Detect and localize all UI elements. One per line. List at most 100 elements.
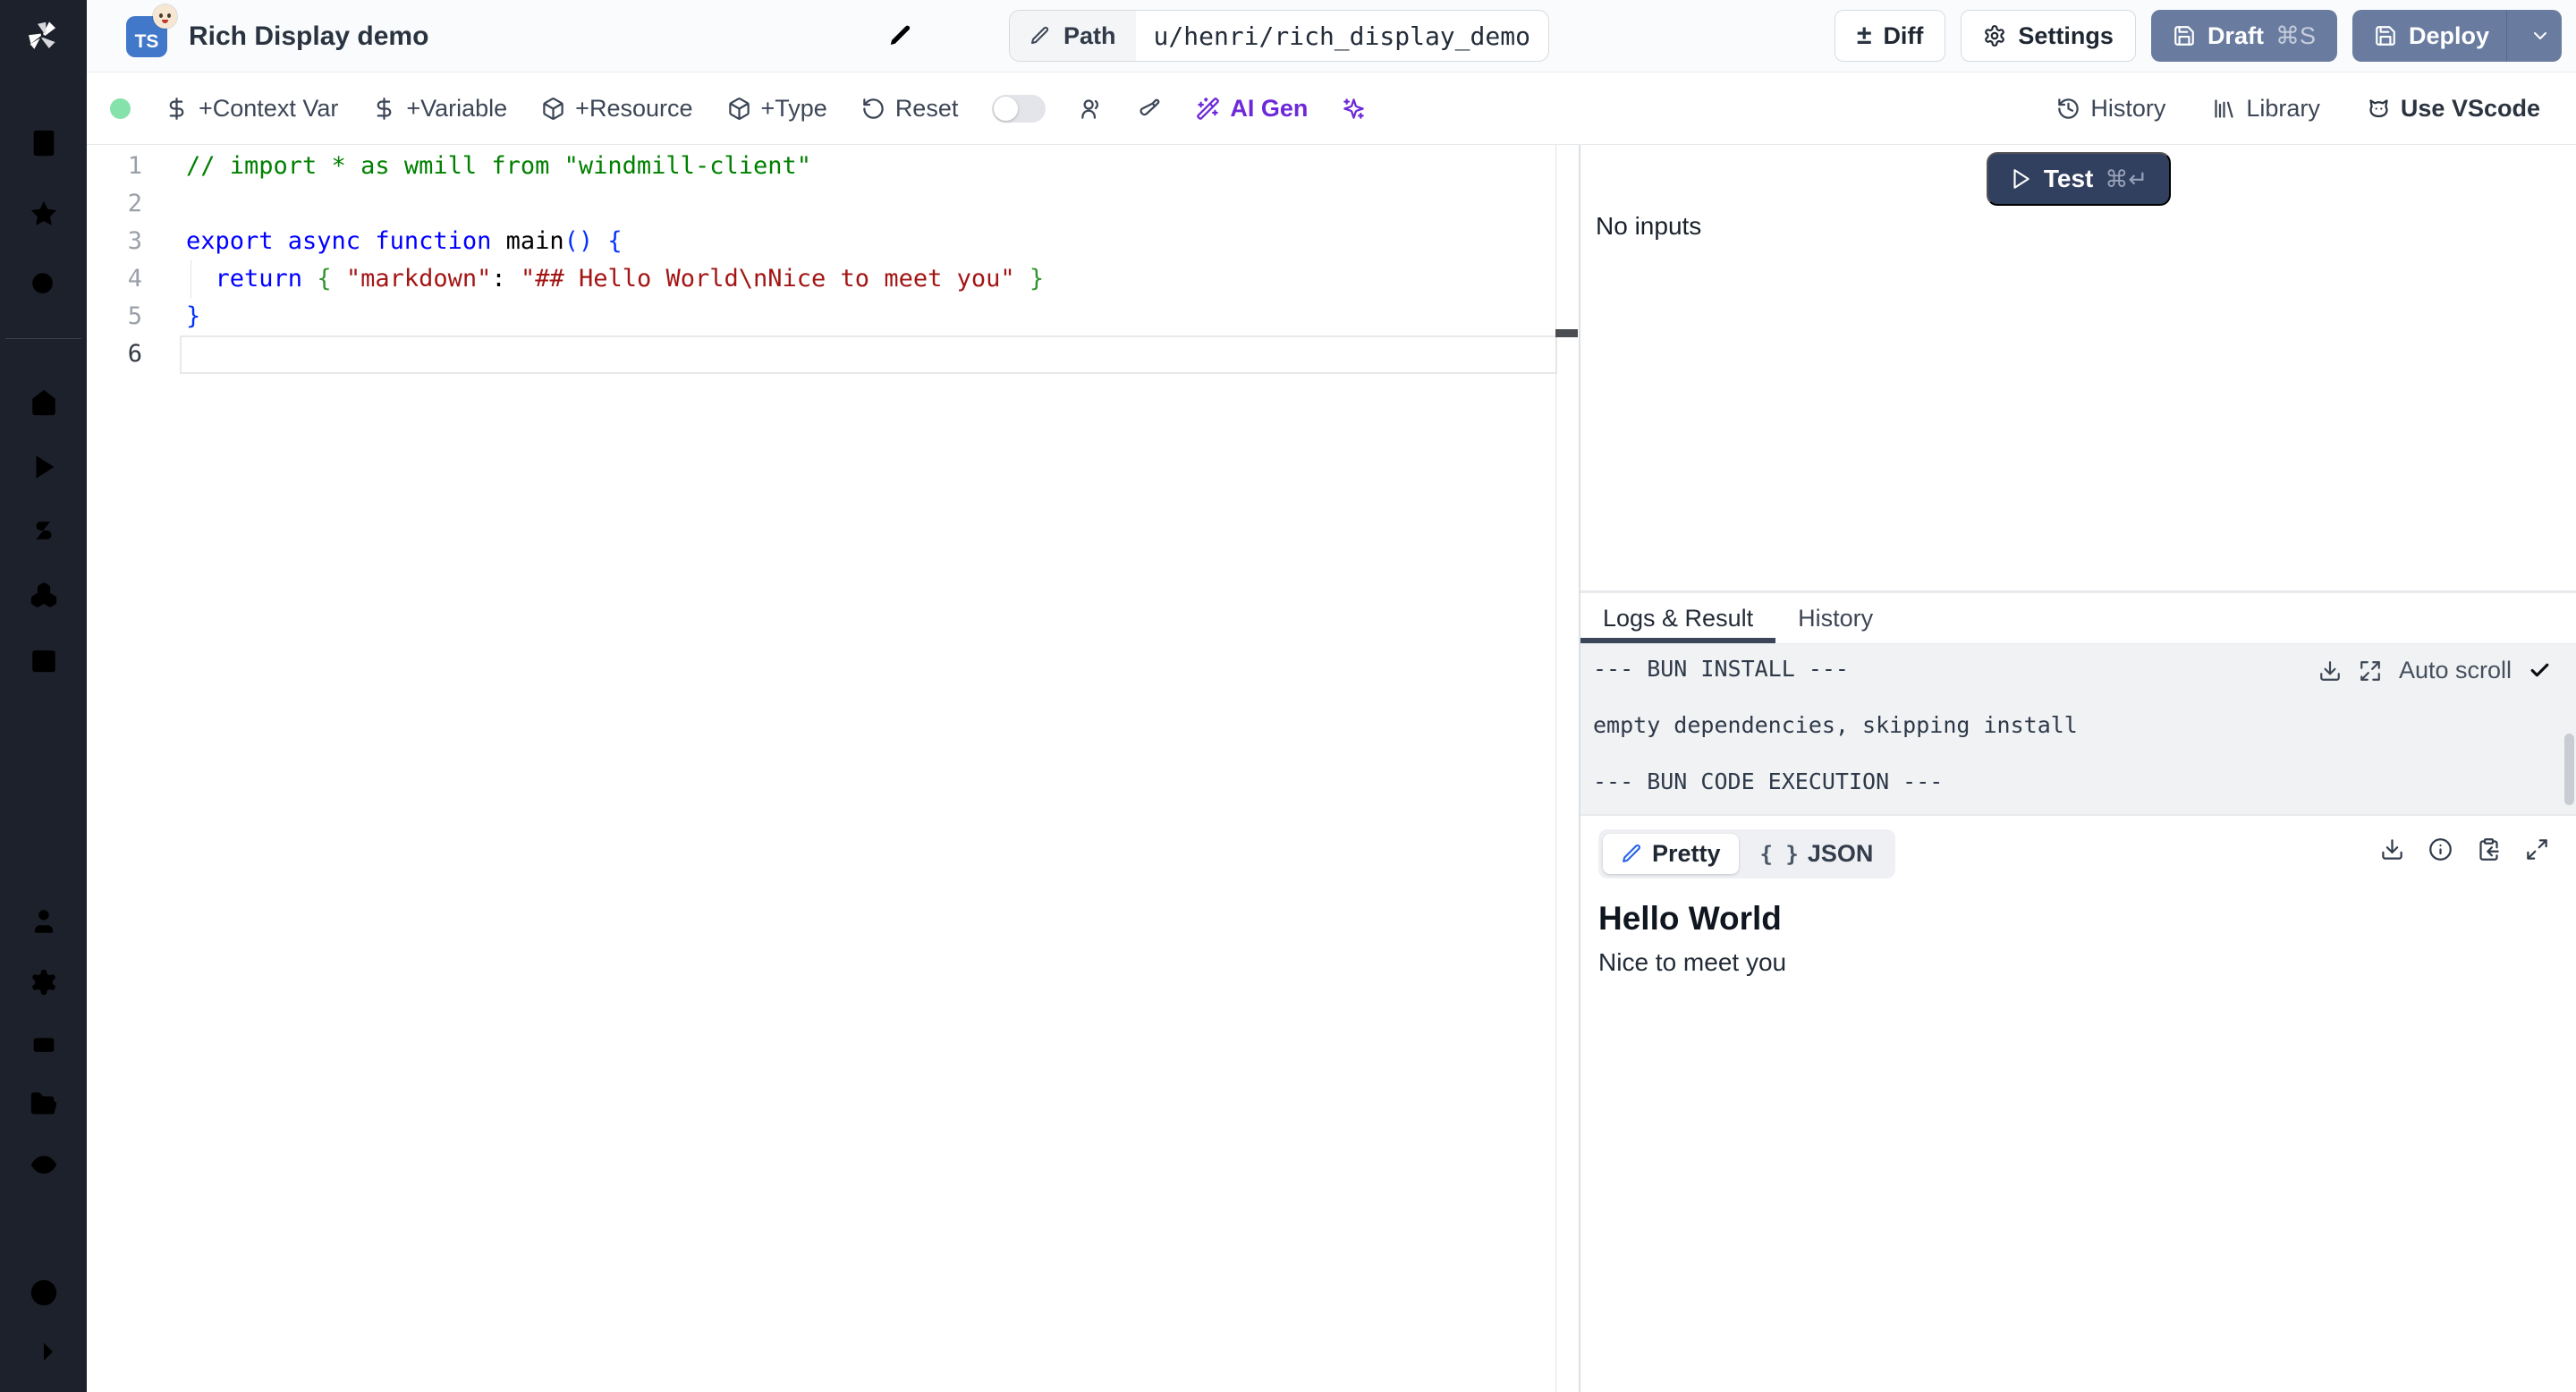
- line-number-gutter: 1 2 3 4 5 6: [87, 148, 142, 373]
- variables-dollar-icon[interactable]: [29, 515, 59, 546]
- settings-button[interactable]: Settings: [1961, 10, 2136, 62]
- path-label-section: Path: [1010, 11, 1136, 61]
- reset-button[interactable]: Reset: [861, 95, 958, 123]
- diff-button[interactable]: ± Diff: [1834, 10, 1946, 62]
- save-icon: [2173, 24, 2196, 47]
- library-button[interactable]: Library: [2212, 95, 2320, 123]
- add-type-button[interactable]: +Type: [727, 95, 827, 123]
- search-icon[interactable]: [29, 269, 59, 300]
- users-icon[interactable]: [29, 906, 59, 937]
- line-number: 3: [127, 227, 142, 255]
- code-line: export async function main() {: [186, 227, 623, 255]
- test-shortcut: ⌘↵: [2105, 165, 2148, 192]
- sparkles-icon: [1342, 97, 1366, 121]
- chevron-down-icon[interactable]: [2529, 25, 2551, 47]
- result-panel: Pretty { } JSON Hello World Nice to meet…: [1580, 814, 2576, 1392]
- resources-cubes-icon[interactable]: [29, 580, 59, 610]
- package-icon: [541, 97, 565, 121]
- editor-toolbar: +Context Var +Variable +Resource +Type R…: [87, 72, 2576, 145]
- workspace-icon[interactable]: [29, 128, 59, 158]
- download-result-icon[interactable]: [2380, 837, 2404, 862]
- library-icon: [2212, 97, 2236, 121]
- runs-play-icon[interactable]: [29, 452, 59, 482]
- typescript-badge: TS: [126, 4, 177, 57]
- vscode-cat-icon: [2367, 97, 2391, 121]
- info-icon[interactable]: [2428, 837, 2453, 862]
- history-icon: [2056, 97, 2080, 121]
- windmill-logo[interactable]: [21, 14, 64, 57]
- typescript-badge-label: TS: [134, 30, 159, 52]
- dollar-icon: [372, 97, 396, 121]
- audit-eye-icon[interactable]: [29, 1150, 59, 1180]
- ai-gen-button[interactable]: AI Gen: [1196, 95, 1308, 123]
- edit-title-pencil-icon[interactable]: [887, 22, 914, 49]
- path-field[interactable]: Path u/henri/rich_display_demo: [1009, 10, 1549, 62]
- download-logs-icon[interactable]: [2318, 659, 2342, 683]
- path-label: Path: [1063, 21, 1116, 49]
- pencil-icon: [1030, 25, 1051, 47]
- no-inputs-text: No inputs: [1596, 212, 1702, 240]
- logs-scrollbar[interactable]: [2564, 734, 2574, 805]
- play-icon: [2009, 167, 2032, 191]
- draft-button[interactable]: Draft ⌘S: [2150, 10, 2337, 62]
- left-rail: [0, 0, 87, 1392]
- test-button[interactable]: Test ⌘↵: [1986, 152, 2171, 206]
- deploy-separator: [2506, 10, 2507, 62]
- code-content[interactable]: // import * as wmill from "windmill-clie…: [186, 148, 1044, 373]
- maximize-result-icon[interactable]: [2525, 837, 2549, 862]
- settings-gear-icon[interactable]: [29, 967, 59, 997]
- expand-logs-icon[interactable]: [2359, 659, 2382, 683]
- cursor-marker: [1555, 329, 1578, 337]
- line-number: 4: [127, 265, 142, 293]
- diff-icon: ±: [1856, 21, 1872, 50]
- top-bar: TS Rich Display demo Path u/henri/rich_d…: [87, 0, 2576, 72]
- braces-icon: { }: [1759, 841, 1799, 867]
- add-context-var-button[interactable]: +Context Var: [165, 95, 338, 123]
- reset-icon: [861, 97, 886, 121]
- format-code-button[interactable]: [1138, 97, 1162, 121]
- dollar-icon: [165, 97, 189, 121]
- add-variable-button[interactable]: +Variable: [372, 95, 507, 123]
- brush-icon: [1138, 97, 1162, 121]
- history-button[interactable]: History: [2056, 95, 2165, 123]
- script-emoji: [153, 4, 177, 29]
- draft-shortcut: ⌘S: [2275, 21, 2316, 49]
- windmill-script-editor: TS Rich Display demo Path u/henri/rich_d…: [0, 0, 2576, 1392]
- schedules-calendar-icon[interactable]: [29, 644, 59, 675]
- expand-sidebar-icon[interactable]: [29, 1337, 59, 1367]
- home-icon[interactable]: [29, 387, 59, 418]
- tab-logs-result[interactable]: Logs & Result: [1580, 593, 1775, 643]
- code-line: // import * as wmill from "windmill-clie…: [186, 152, 811, 180]
- line-number: 5: [127, 302, 142, 330]
- auto-scroll-label: Auto scroll: [2398, 657, 2512, 683]
- path-value[interactable]: u/henri/rich_display_demo: [1136, 11, 1548, 61]
- logs-controls: Auto scroll: [2318, 657, 2551, 684]
- overview-ruler: [1555, 145, 1579, 1392]
- wand-icon: [1196, 97, 1220, 121]
- folders-icon[interactable]: [29, 1089, 59, 1119]
- tab-history[interactable]: History: [1775, 593, 1895, 643]
- result-markdown-heading: Hello World: [1598, 900, 1782, 937]
- gear-icon: [1983, 24, 2006, 47]
- json-toggle-button[interactable]: { } JSON: [1742, 834, 1892, 874]
- copy-result-icon[interactable]: [2477, 837, 2501, 862]
- collaborators-button[interactable]: [1080, 97, 1104, 121]
- code-line: }: [186, 302, 201, 330]
- code-editor[interactable]: 1 2 3 4 5 6 // import * as wmill from "w…: [87, 145, 1579, 1392]
- favorites-star-icon[interactable]: [29, 199, 59, 229]
- deploy-button[interactable]: Deploy: [2351, 10, 2562, 62]
- result-tabs: Logs & Result History: [1580, 593, 2576, 644]
- multiplayer-toggle[interactable]: [992, 94, 1046, 123]
- help-icon[interactable]: [29, 1277, 59, 1308]
- status-dot: [110, 98, 131, 119]
- package-icon: [727, 97, 751, 121]
- workers-bot-icon[interactable]: [29, 1028, 59, 1058]
- use-vscode-button[interactable]: Use VScode: [2367, 95, 2540, 123]
- pretty-toggle-button[interactable]: Pretty: [1603, 834, 1739, 874]
- pen-icon: [1621, 843, 1643, 865]
- ai-sparkles-button[interactable]: [1342, 97, 1366, 121]
- auto-scroll-check-icon[interactable]: [2529, 659, 2551, 682]
- add-resource-button[interactable]: +Resource: [541, 95, 693, 123]
